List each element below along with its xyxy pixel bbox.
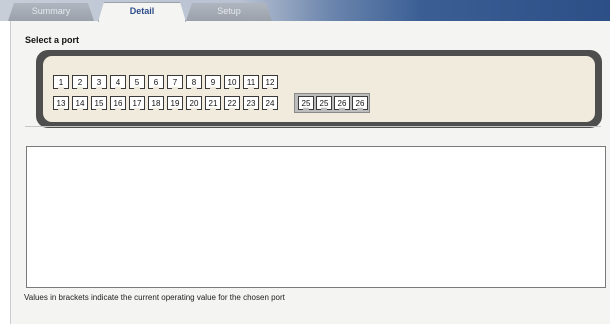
port-2-button[interactable]: 2 xyxy=(72,75,88,89)
port-6-button[interactable]: 6 xyxy=(148,75,164,89)
switch-face: 1 2 3 4 5 6 7 8 9 10 11 12 13 14 15 16 17 18 19 20 21 22 23 24 2… xyxy=(43,56,595,122)
detail-panel: Select a port 1 2 3 4 5 6 7 8 9 10 11 12 13 14 15 16 17 1… xyxy=(10,21,610,324)
port-10-button[interactable]: 10 xyxy=(224,75,240,89)
tab-setup[interactable]: Setup xyxy=(186,3,272,21)
port-4-button[interactable]: 4 xyxy=(110,75,126,89)
port-19-button[interactable]: 19 xyxy=(167,96,183,110)
section-title: Select a port xyxy=(25,35,80,45)
port-21-button[interactable]: 21 xyxy=(205,96,221,110)
port-16-button[interactable]: 16 xyxy=(110,96,126,110)
port-5-button[interactable]: 5 xyxy=(129,75,145,89)
port-9-button[interactable]: 9 xyxy=(205,75,221,89)
port-7-button[interactable]: 7 xyxy=(167,75,183,89)
port-12-button[interactable]: 12 xyxy=(262,75,278,89)
port-22-button[interactable]: 22 xyxy=(224,96,240,110)
port-20-button[interactable]: 20 xyxy=(186,96,202,110)
port-8-button[interactable]: 8 xyxy=(186,75,202,89)
port-24-button[interactable]: 24 xyxy=(262,96,278,110)
port-13-button[interactable]: 13 xyxy=(53,96,69,110)
port-3-button[interactable]: 3 xyxy=(91,75,107,89)
port-14-button[interactable]: 14 xyxy=(72,96,88,110)
port-15-button[interactable]: 15 xyxy=(91,96,107,110)
port-11-button[interactable]: 11 xyxy=(243,75,259,89)
switch-faceplate: 1 2 3 4 5 6 7 8 9 10 11 12 13 14 15 16 17 18 19 20 21 22 23 24 2… xyxy=(36,50,602,128)
port-1-button[interactable]: 1 xyxy=(53,75,69,89)
footer-note: Values in brackets indicate the current … xyxy=(24,293,285,302)
tab-bar: Summary Detail Setup xyxy=(0,0,610,22)
tab-summary[interactable]: Summary xyxy=(8,3,94,21)
port-18-button[interactable]: 18 xyxy=(148,96,164,110)
port-17-button[interactable]: 17 xyxy=(129,96,145,110)
port-details-box xyxy=(26,146,606,288)
divider xyxy=(25,126,601,127)
tab-detail[interactable]: Detail xyxy=(98,2,186,22)
port-23-button[interactable]: 23 xyxy=(243,96,259,110)
